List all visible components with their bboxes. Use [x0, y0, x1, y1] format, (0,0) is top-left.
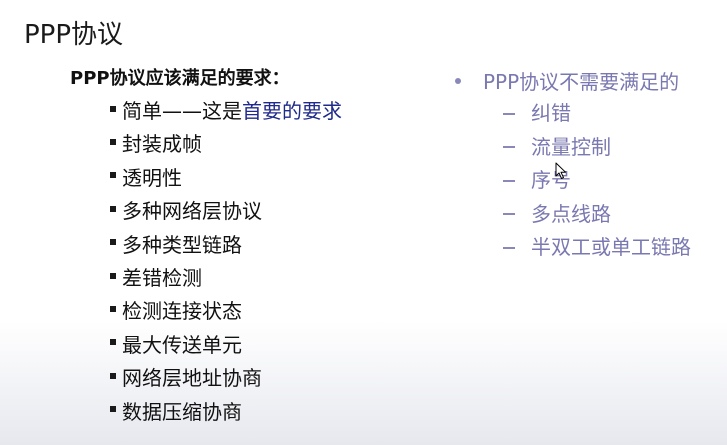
square-bullet-icon [110, 406, 116, 413]
dash-bullet-icon [503, 179, 515, 182]
square-bullet-icon [110, 372, 116, 379]
list-item-text: 最大传送单元 [122, 332, 242, 357]
list-item: 多种类型链路 [110, 229, 342, 262]
requirements-heading: PPP协议应该满足的要求： [70, 68, 290, 89]
list-item: 差错检测 [110, 262, 342, 295]
round-bullet-icon [455, 77, 461, 84]
list-item-text: 数据压缩协商 [122, 399, 242, 424]
list-item-text: 网络层地址协商 [122, 366, 262, 391]
list-item-text: 多种网络层协议 [122, 199, 262, 224]
list-item: 封装成帧 [110, 128, 342, 161]
slide: PPP协议 PPP协议应该满足的要求： 简单——这是 首要的要求 封装成帧 透明性… [0, 0, 727, 445]
dash-bullet-icon [503, 146, 515, 149]
list-item-text: 纠错 [531, 101, 571, 125]
highlight-text: 首要的要求 [242, 99, 342, 123]
square-bullet-icon [110, 239, 116, 246]
list-item: 多点线路 [503, 198, 691, 232]
list-item-text: 封装成帧 [122, 132, 202, 157]
not-required-list: 纠错 流量控制 序号 多点线路 半双工或单工链路 [503, 97, 691, 265]
list-item-text: 流量控制 [531, 134, 611, 159]
square-bullet-icon [110, 139, 116, 146]
not-required-heading-text: PPP协议不需要满足的 [483, 70, 680, 94]
list-item: 透明性 [110, 162, 342, 195]
list-item-text: 透明性 [122, 165, 182, 190]
list-item: 纠错 [503, 97, 691, 131]
list-item: 多种网络层协议 [110, 195, 342, 228]
list-item: 网络层地址协商 [110, 362, 342, 395]
list-item-text: 半双工或单工链路 [531, 235, 691, 259]
list-item: 数据压缩协商 [110, 396, 342, 429]
list-item-text: 多点线路 [531, 201, 611, 226]
slide-title: PPP协议 [24, 20, 124, 50]
requirements-list: 简单——这是 首要的要求 封装成帧 透明性 多种网络层协议 多种类型链路 差错检测… [110, 95, 342, 429]
not-required-heading: PPP协议不需要满足的 [455, 66, 679, 95]
square-bullet-icon [110, 272, 116, 279]
list-item: 检测连接状态 [110, 295, 342, 328]
square-bullet-icon [110, 105, 116, 112]
list-item: 半双工或单工链路 [503, 231, 691, 265]
list-item: 最大传送单元 [110, 329, 342, 362]
square-bullet-icon [110, 172, 116, 179]
list-item: 序号 [503, 164, 691, 198]
square-bullet-icon [110, 306, 116, 313]
list-item-text: 多种类型链路 [122, 232, 242, 257]
dash-bullet-icon [503, 112, 515, 115]
dash-bullet-icon [503, 246, 515, 249]
list-item: 简单——这是 首要的要求 [110, 95, 342, 128]
list-item: 流量控制 [503, 131, 691, 165]
list-item-text: 简单——这是 [122, 99, 242, 123]
mouse-pointer-icon [555, 162, 567, 184]
dash-bullet-icon [503, 213, 515, 216]
list-item-text: 差错检测 [122, 265, 202, 290]
square-bullet-icon [110, 205, 116, 212]
list-item-text: 检测连接状态 [122, 299, 242, 324]
square-bullet-icon [110, 339, 116, 346]
mouse-pointer-svg [555, 162, 566, 179]
